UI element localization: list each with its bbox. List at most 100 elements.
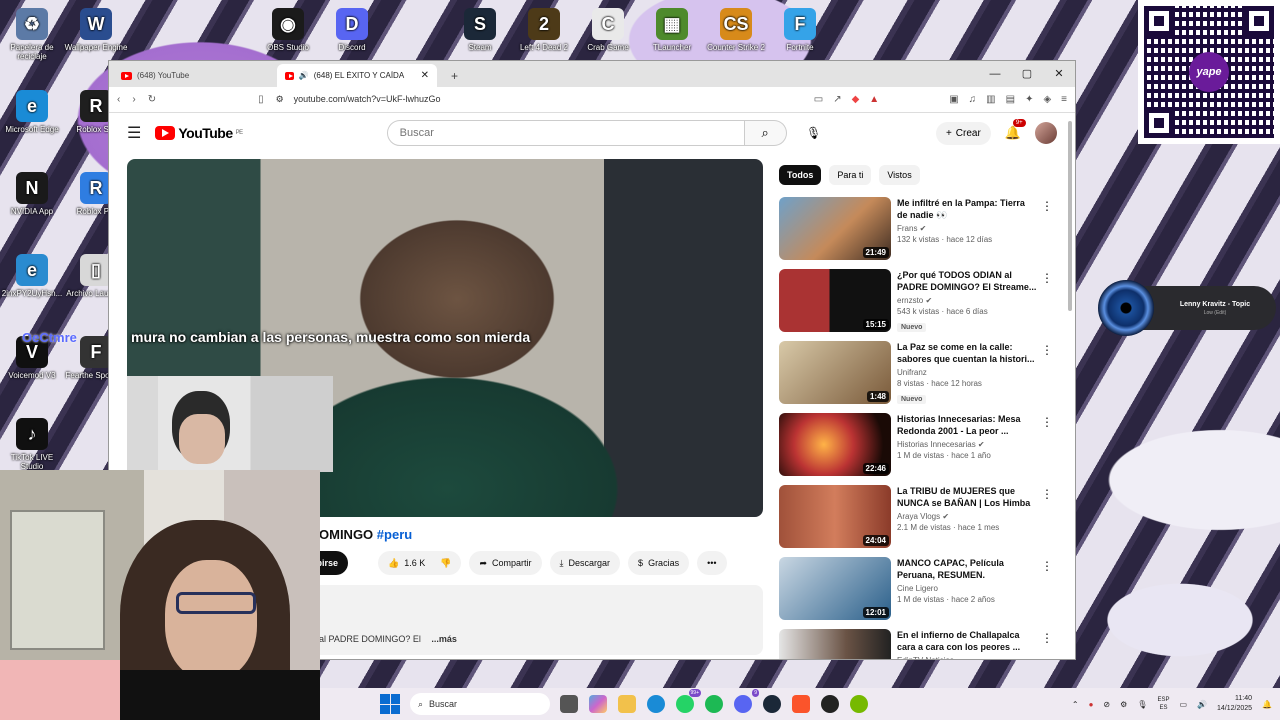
more-options-icon[interactable]: ⋮ <box>1041 415 1053 429</box>
whatsapp-icon[interactable]: 99+ <box>676 689 701 713</box>
desktop-icon[interactable]: ◉ OBS Studio <box>256 8 320 52</box>
like-button[interactable]: 👍 1.6 K 👎 <box>378 551 462 575</box>
video-thumbnail[interactable]: 15:15 <box>779 269 891 332</box>
music-icon[interactable]: ♫ <box>969 94 977 105</box>
chip-watched[interactable]: Vistos <box>879 165 920 185</box>
scrollbar[interactable] <box>1068 121 1072 311</box>
url-field[interactable]: ⚙ youtube.com/watch?v=UkF-lwhuzGo <box>276 94 802 105</box>
menu-icon[interactable]: ≡ <box>1061 94 1067 105</box>
channel-name[interactable]: ernzsto ✔ <box>897 296 1037 305</box>
video-title[interactable]: La TRIBU de MUJERES que NUNCA se BAÑAN |… <box>897 485 1037 509</box>
more-options-icon[interactable]: ⋮ <box>1041 559 1053 573</box>
tray-gear-icon[interactable]: ⚙ <box>1120 700 1127 709</box>
desktop-icon[interactable]: e 2inxPY2UyHsn... <box>0 254 64 298</box>
chip-for-you[interactable]: Para ti <box>829 165 872 185</box>
brave-icon[interactable] <box>792 695 810 713</box>
maximize-button[interactable]: ▢ <box>1011 61 1043 87</box>
search-button[interactable]: ⌕ <box>744 120 787 146</box>
video-thumbnail[interactable]: 22:46 <box>779 413 891 476</box>
volume-icon[interactable]: 🔊 <box>1197 700 1207 709</box>
search-input[interactable] <box>386 120 745 146</box>
desktop-icon[interactable]: F Fortnite <box>768 8 832 52</box>
voice-search-icon[interactable]: 🎙 <box>801 120 827 146</box>
create-button[interactable]: + Crear <box>935 121 991 145</box>
start-button[interactable] <box>380 694 400 714</box>
video-title[interactable]: ¿Por qué TODOS ODIAN al PADRE DOMINGO? E… <box>897 269 1037 293</box>
more-options-icon[interactable]: ⋮ <box>1041 199 1053 213</box>
nvidia-icon[interactable] <box>850 695 868 713</box>
sidebar-icon[interactable]: ▥ <box>986 94 995 105</box>
copilot-icon[interactable] <box>589 695 607 713</box>
video-thumbnail[interactable]: 1:48 <box>779 341 891 404</box>
channel-name[interactable]: Cine Ligero <box>897 584 1037 593</box>
brave-rewards-icon[interactable]: ▲ <box>869 94 879 105</box>
recommendation-item[interactable]: 1:48 La Paz se come en la calle: sabores … <box>779 341 1059 409</box>
display-icon[interactable]: ▭ <box>1179 700 1187 709</box>
leo-icon[interactable]: ✦ <box>1025 94 1033 105</box>
wallet-icon[interactable]: ▣ <box>949 94 958 105</box>
steam-icon[interactable] <box>763 695 781 713</box>
recommendation-item[interactable]: 15:15 ¿Por qué TODOS ODIAN al PADRE DOMIN… <box>779 269 1059 337</box>
video-thumbnail[interactable] <box>779 629 891 659</box>
recommendation-item[interactable]: 24:04 La TRIBU de MUJERES que NUNCA se BA… <box>779 485 1059 553</box>
desktop-icon[interactable]: ♪ TikTok LIVE Studio <box>0 418 64 471</box>
tab-youtube-home[interactable]: (648) YouTube <box>113 64 277 87</box>
more-options-icon[interactable]: ⋮ <box>1041 343 1053 357</box>
task-view-icon[interactable] <box>560 695 578 713</box>
desktop-icon[interactable]: 2 Left 4 Dead 2 <box>512 8 576 52</box>
video-title[interactable]: Me infiltré en la Pampa: Tierra de nadie… <box>897 197 1037 221</box>
cast-icon[interactable]: ▭ <box>814 94 823 105</box>
clock[interactable]: 11:40 14/12/2025 <box>1217 694 1252 714</box>
language-indicator[interactable]: ESP ES <box>1157 696 1169 712</box>
site-info-icon[interactable]: ⚙ <box>276 94 284 105</box>
more-options-icon[interactable]: ⋮ <box>1041 271 1053 285</box>
video-title[interactable]: En el infierno de Challapalca cara a car… <box>897 629 1037 653</box>
more-options-icon[interactable]: ⋮ <box>1041 487 1053 501</box>
microphone-icon[interactable]: 🎙 <box>1137 700 1147 709</box>
network-off-icon[interactable]: ⊘ <box>1103 700 1110 709</box>
recommendation-item[interactable]: En el infierno de Challapalca cara a car… <box>779 629 1059 659</box>
obs-icon[interactable] <box>821 695 839 713</box>
video-title[interactable]: La Paz se come en la calle: sabores que … <box>897 341 1037 365</box>
more-actions-button[interactable]: ••• <box>697 551 727 575</box>
channel-name[interactable]: Araya Vlogs ✔ <box>897 512 1037 521</box>
download-button[interactable]: ⤓ Descargar <box>549 551 621 575</box>
channel-name[interactable]: Unifranz <box>897 368 1037 377</box>
channel-name[interactable]: Frans ✔ <box>897 224 1037 233</box>
tab-video[interactable]: 🔊 (648) EL ÉXITO Y CAÍDA DEL P ✕ <box>277 64 437 87</box>
more-options-icon[interactable]: ⋮ <box>1041 631 1053 645</box>
video-thumbnail[interactable]: 12:01 <box>779 557 891 620</box>
new-tab-button[interactable]: + <box>443 64 466 87</box>
recommendation-item[interactable]: 22:46 Historias Innecesarias: Mesa Redond… <box>779 413 1059 481</box>
bookmark-icon[interactable]: ▯ <box>258 94 264 105</box>
file-explorer-icon[interactable] <box>618 695 636 713</box>
chip-all[interactable]: Todos <box>779 165 822 185</box>
notifications-icon[interactable]: 🔔 <box>1262 700 1272 709</box>
minimize-button[interactable]: — <box>979 61 1011 87</box>
vpn-icon[interactable]: ◈ <box>1043 94 1051 105</box>
video-thumbnail[interactable]: 21:49 <box>779 197 891 260</box>
now-playing-widget[interactable]: Lenny Kravitz - Topic Low (Edit) <box>1098 280 1276 336</box>
recommendation-item[interactable]: 12:01 MANCO CAPAC, Película Peruana, RESU… <box>779 557 1059 625</box>
taskbar-search[interactable]: ⌕ Buscar <box>410 693 550 715</box>
channel-name[interactable]: Historias Innecesarias ✔ <box>897 440 1037 449</box>
desktop-icon[interactable]: W Wallpaper Engine <box>64 8 128 52</box>
brave-shield-icon[interactable]: ◆ <box>852 94 860 105</box>
desktop-icon[interactable]: ♻ Papelera de reciclaje <box>0 8 64 61</box>
discord-icon[interactable]: 9 <box>734 689 759 713</box>
chevron-up-icon[interactable]: ⌃ <box>1072 700 1079 709</box>
edge-icon[interactable] <box>647 695 665 713</box>
desktop-icon[interactable]: e Microsoft Edge <box>0 90 64 134</box>
menu-icon[interactable]: ☰ <box>127 123 141 143</box>
notifications-button[interactable]: 🔔 9+ <box>1005 119 1026 141</box>
desktop-icon[interactable]: S Steam <box>448 8 512 52</box>
channel-name[interactable]: EdinTV Noticias <box>897 656 1037 659</box>
spotify-icon[interactable] <box>705 695 723 713</box>
video-title[interactable]: MANCO CAPAC, Película Peruana, RESUMEN. <box>897 557 1037 581</box>
video-title[interactable]: Historias Innecesarias: Mesa Redonda 200… <box>897 413 1037 437</box>
close-tab-icon[interactable]: ✕ <box>421 70 429 81</box>
desktop-icon[interactable]: D Discord <box>320 8 384 52</box>
reload-icon[interactable]: ↻ <box>148 94 156 105</box>
show-more-link[interactable]: ...más <box>431 634 457 644</box>
thumbs-down-icon[interactable]: 👎 <box>440 558 451 569</box>
